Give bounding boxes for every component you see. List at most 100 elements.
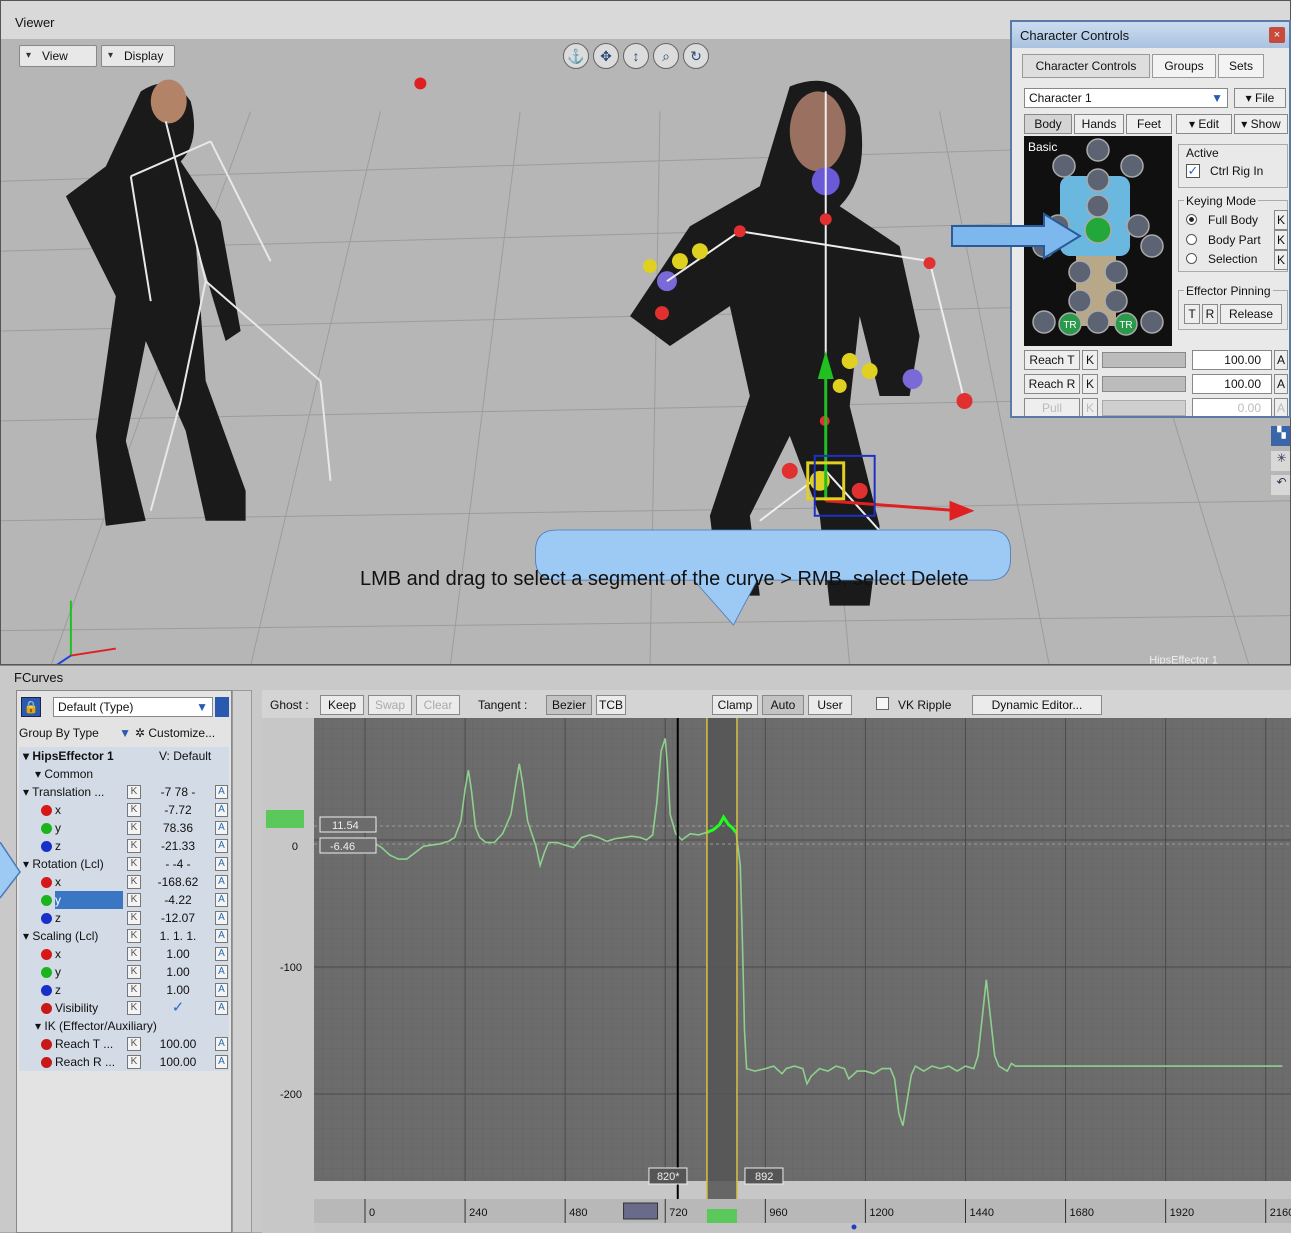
key-box[interactable]: K [127, 893, 141, 907]
type-select[interactable]: Default (Type) ▼ [53, 697, 213, 717]
orbit-icon[interactable]: ↻ [683, 43, 709, 69]
animate-box[interactable]: A [215, 1001, 228, 1015]
tree-channel-row[interactable]: z K -21.33 A [19, 837, 229, 855]
full-body-radio[interactable] [1186, 214, 1197, 225]
bezier-button[interactable]: Bezier [546, 695, 592, 715]
tree-ik-reach-r-row[interactable]: Reach R ... K 100.00 A [19, 1053, 229, 1071]
animate-box[interactable]: A [215, 965, 228, 979]
selection-key-button[interactable]: K [1274, 250, 1288, 270]
tree-channel-row[interactable]: ▾ Scaling (Lcl) K 1. 1. 1. A [19, 927, 229, 945]
character-select[interactable]: Character 1 ▼ [1024, 88, 1228, 108]
view-menu-button[interactable]: ▾ View [19, 45, 97, 67]
swap-button[interactable]: Swap [368, 695, 412, 715]
key-box[interactable]: K [127, 983, 141, 997]
tab-character-controls[interactable]: Character Controls [1022, 54, 1150, 78]
value-slider-handle[interactable] [266, 810, 304, 828]
key-box[interactable]: K [127, 875, 141, 889]
left-character[interactable] [65, 79, 332, 526]
keep-button[interactable]: Keep [320, 695, 364, 715]
key-box[interactable]: K [127, 911, 141, 925]
right-character[interactable] [630, 80, 975, 606]
full-body-key-button[interactable]: K [1274, 210, 1288, 230]
time-scroll-thumb[interactable] [851, 1224, 857, 1230]
group-by-select[interactable]: Group By Type ▼ [19, 723, 131, 743]
tree-common-row[interactable]: ▾ Common [19, 765, 229, 783]
tab-groups[interactable]: Groups [1152, 54, 1216, 78]
animate-box[interactable]: A [215, 839, 228, 853]
vk-ripple-checkbox[interactable] [876, 697, 889, 710]
key-box[interactable]: K [127, 947, 141, 961]
key-box[interactable]: K [127, 803, 141, 817]
reach-t-slider[interactable] [1102, 352, 1186, 368]
zoom-icon[interactable]: ⌕ [653, 43, 679, 69]
tree-channel-row[interactable]: ▾ Translation ... K -7 78 - A [19, 783, 229, 801]
clamp-button[interactable]: Clamp [712, 695, 758, 715]
close-icon[interactable]: × [1269, 27, 1285, 43]
tree-channel-row[interactable]: x K -7.72 A [19, 801, 229, 819]
reach-r-auto-button[interactable]: A [1274, 374, 1288, 394]
animate-box[interactable]: A [215, 857, 228, 871]
key-box[interactable]: K [127, 965, 141, 979]
file-menu-button[interactable]: ▾ File [1234, 88, 1286, 108]
ctrl-rig-in-checkbox[interactable]: ✓ [1186, 164, 1200, 178]
tree-channel-row[interactable]: x K 1.00 A [19, 945, 229, 963]
body-part-radio[interactable] [1186, 234, 1197, 245]
navigator-scrollbar[interactable] [232, 690, 252, 1233]
animate-box[interactable]: A [215, 1055, 228, 1069]
dynamic-editor-button[interactable]: Dynamic Editor... [972, 695, 1102, 715]
pull-value[interactable]: 0.00 [1192, 398, 1272, 416]
tcb-button[interactable]: TCB [596, 695, 626, 715]
release-button[interactable]: Release [1220, 304, 1282, 324]
animate-box[interactable]: A [215, 893, 228, 907]
display-menu-button[interactable]: ▾ Display [101, 45, 175, 67]
pin-translation-button[interactable]: T [1184, 304, 1200, 324]
body-part-key-button[interactable]: K [1274, 230, 1288, 250]
animate-box[interactable]: A [215, 803, 228, 817]
reach-t-value[interactable]: 100.00 [1192, 350, 1272, 370]
key-box[interactable]: K [127, 839, 141, 853]
tree-channel-row[interactable]: z K -12.07 A [19, 909, 229, 927]
show-menu-button[interactable]: ▾ Show [1234, 114, 1288, 134]
reach-t-key-button[interactable]: K [1082, 350, 1098, 370]
animate-box[interactable]: A [215, 947, 228, 961]
light-icon[interactable]: ✳ [1271, 451, 1290, 471]
move-icon[interactable]: ✥ [593, 43, 619, 69]
reach-r-slider[interactable] [1102, 376, 1186, 392]
time-ruler[interactable] [314, 1199, 1291, 1223]
animate-box[interactable]: A [215, 821, 228, 835]
camera-icon[interactable]: ▚ [1271, 426, 1290, 446]
subtab-hands[interactable]: Hands [1074, 114, 1124, 134]
anchor-icon[interactable]: ⚓ [563, 43, 589, 69]
subtab-body[interactable]: Body [1024, 114, 1072, 134]
key-box[interactable]: K [127, 821, 141, 835]
tree-ik-reach-t-row[interactable]: Reach T ... K 100.00 A [19, 1035, 229, 1053]
key-box[interactable]: K [127, 857, 141, 871]
animate-box[interactable]: A [215, 983, 228, 997]
auto-button[interactable]: Auto [762, 695, 804, 715]
pull-key-button[interactable]: K [1082, 398, 1098, 416]
pin-rotation-button[interactable]: R [1202, 304, 1218, 324]
animate-box[interactable]: A [215, 785, 228, 799]
dolly-icon[interactable]: ↕ [623, 43, 649, 69]
key-box[interactable]: K [127, 929, 141, 943]
clear-button[interactable]: Clear [416, 695, 460, 715]
tree-channel-row[interactable]: z K 1.00 A [19, 981, 229, 999]
key-box[interactable]: K [127, 1037, 141, 1051]
edit-menu-button[interactable]: ▾ Edit [1176, 114, 1232, 134]
fcurve-graph[interactable]: 100 -100 -200 11.54 -6.46 0 0 240 480 720 960 1… [262, 718, 1291, 1233]
tree-channel-row[interactable]: Visibility K ✓ A [19, 999, 229, 1017]
animate-box[interactable]: A [215, 1037, 228, 1051]
animate-box[interactable]: A [215, 875, 228, 889]
tree-ik-row[interactable]: ▾ IK (Effector/Auxiliary) [19, 1017, 229, 1035]
reach-t-auto-button[interactable]: A [1274, 350, 1288, 370]
subtab-feet[interactable]: Feet [1126, 114, 1172, 134]
tree-channel-row[interactable]: x K -168.62 A [19, 873, 229, 891]
customize-button[interactable]: ✲ Customize... [135, 723, 231, 743]
tree-channel-row[interactable]: ▾ Rotation (Lcl) K - -4 - A [19, 855, 229, 873]
tree-header-row[interactable]: ▾ HipsEffector 1 V: Default [19, 747, 229, 765]
user-button[interactable]: User [808, 695, 852, 715]
curve-icon[interactable]: ↶ [1271, 475, 1290, 495]
key-box[interactable]: K [127, 1001, 141, 1015]
lock-icon[interactable]: 🔒 [21, 697, 41, 717]
key-box[interactable]: K [127, 785, 141, 799]
